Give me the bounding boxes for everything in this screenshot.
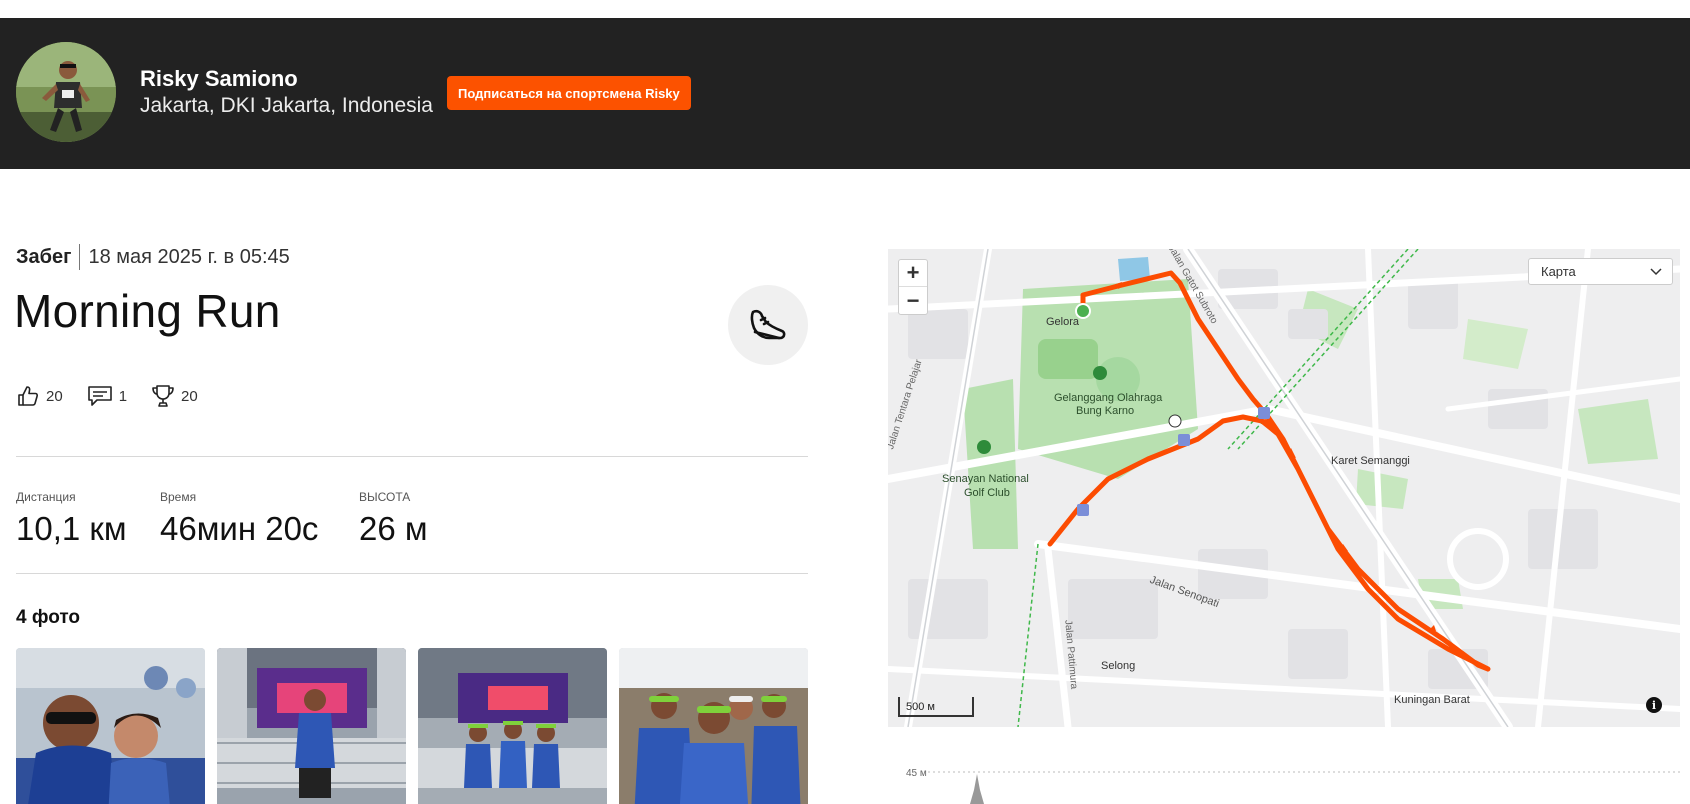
comment-icon [87,386,112,406]
stat-value: 46мин 20с [160,510,319,547]
athlete-name[interactable]: Risky Samiono [140,66,298,92]
activity-datetime: 18 мая 2025 г. в 05:45 [88,245,290,268]
top-strip [0,0,1690,18]
photos-title: 4 фото [16,607,81,628]
map-label: Golf Club [964,487,1010,499]
activity-photo[interactable] [16,648,205,804]
athlete-avatar[interactable] [16,42,116,142]
stat-label: Дистанция [16,490,76,504]
map-label: Karet Semanggi [1331,455,1410,467]
elevation-chart: 45 м [888,760,1680,804]
thumbs-up-icon [18,386,38,406]
kudos-count: 20 [46,387,63,405]
map-scale: 500 м [898,697,974,717]
chevron-down-icon [1650,268,1662,276]
map-label: Gelora [1046,316,1080,328]
divider [16,573,808,574]
kudos-button[interactable]: 20 [16,384,63,408]
trophy-icon [152,385,174,407]
divider [16,456,808,457]
stat-label: Время [160,490,197,504]
activity-photo[interactable] [418,648,607,804]
activity-photo[interactable] [217,648,406,804]
follow-athlete-button[interactable]: Подписаться на спортсмена Risky [447,76,691,110]
map-layer-select[interactable]: Карта [1528,258,1673,285]
elevation-axis-label: 45 м [906,768,927,779]
route-map[interactable]: + − Карта Gelora Gelanggang Olahraga Bun… [888,249,1680,727]
map-label: Senayan National [942,473,1029,485]
athlete-header: Risky Samiono Jakarta, DKI Jakarta, Indo… [0,18,1690,169]
achievements-count: 20 [181,387,198,405]
activity-meta: Забег 18 мая 2025 г. в 05:45 [16,244,290,270]
activity-type: Забег [16,245,72,268]
comments-button[interactable]: 1 [87,384,127,408]
stat-label: ВЫСОТА [359,490,411,504]
map-info-icon[interactable]: i [1646,697,1662,713]
stat-value: 26 м [359,510,428,547]
map-label: Kuningan Barat [1394,694,1470,706]
zoom-in-button[interactable]: + [899,260,927,287]
zoom-controls: + − [898,259,928,315]
social-stats: 20 1 20 [16,384,222,408]
stat-elevation: ВЫСОТА 26 м [359,490,428,548]
meta-separator [79,244,81,270]
zoom-out-button[interactable]: − [899,287,927,314]
map-label: Bung Karno [1076,405,1135,417]
comments-count: 1 [118,387,128,405]
stat-distance: Дистанция 10,1 км [16,490,127,548]
activity-title: Morning Run [14,285,281,337]
activity-photo[interactable] [619,648,808,804]
running-shoe-icon [728,285,808,365]
stat-value: 10,1 км [16,510,127,547]
map-label: Selong [1101,660,1136,672]
map-label: Gelanggang Olahraga [1054,392,1163,404]
achievements-button[interactable]: 20 [151,384,198,408]
map-layer-value: Карта [1541,264,1576,279]
stat-time: Время 46мин 20с [160,490,318,548]
athlete-location: Jakarta, DKI Jakarta, Indonesia [140,94,433,117]
